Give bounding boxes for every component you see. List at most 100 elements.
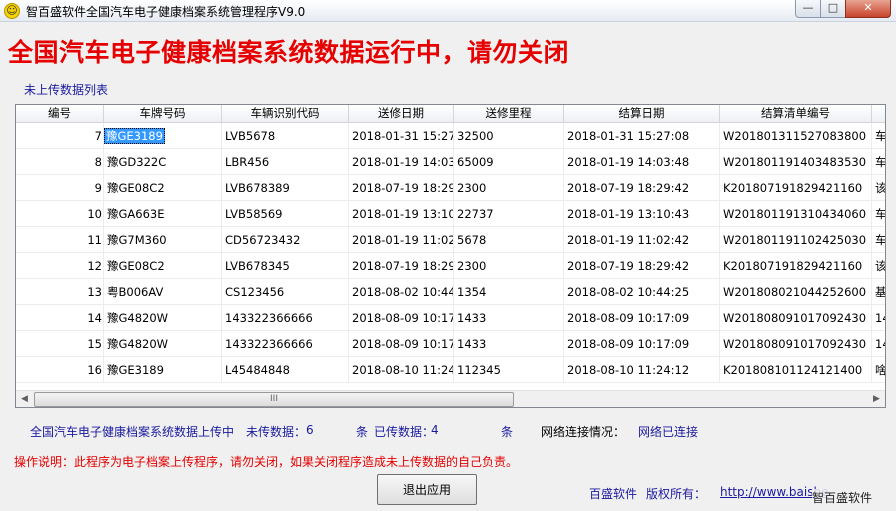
cell-repair-date[interactable]: 2018-07-19 18:29: [349,175,454,201]
cell-settle-date[interactable]: 2018-01-19 11:02:42 [564,227,720,253]
cell-plate[interactable]: 豫G4820W [104,305,222,331]
cell-mileage[interactable]: 22737 [454,201,564,227]
cell-settle-date[interactable]: 2018-07-19 18:29:42 [564,175,720,201]
header-bill-no[interactable]: 结算清单编号 [720,105,872,123]
selected-cell-text[interactable]: 豫GE3189 [104,128,165,144]
cell-settle-date[interactable]: 2018-08-09 10:17:09 [564,331,720,357]
table-row[interactable]: 12 豫GE08C2 LVB678345 2018-07-19 18:29: 2300 2… [16,253,885,279]
table-row[interactable]: 14 豫G4820W 143322366666 2018-08-09 10:17: 14… [16,305,885,331]
cell-bill-no[interactable]: K201808101124121400 [720,357,872,383]
cell-settle-date[interactable]: 2018-01-19 14:03:48 [564,149,720,175]
cell-bill-no[interactable]: W201808091017092430 [720,331,872,357]
header-vin[interactable]: 车辆识别代码 [222,105,349,123]
cell-extra[interactable]: 该 [872,253,885,279]
cell-mileage[interactable]: 2300 [454,175,564,201]
table-row[interactable]: 15 豫G4820W 143322366666 2018-08-09 10:17: 14… [16,331,885,357]
cell-bill-no[interactable]: W201801191403483530 [720,149,872,175]
cell-id[interactable]: 10 [16,201,104,227]
minimize-button[interactable]: — [795,0,821,18]
header-extra[interactable] [872,105,885,123]
header-settle-date[interactable]: 结算日期 [564,105,720,123]
cell-repair-date[interactable]: 2018-01-19 14:03: [349,149,454,175]
cell-mileage[interactable]: 65009 [454,149,564,175]
horizontal-scrollbar[interactable]: ◀ III ▶ [16,390,885,407]
cell-plate[interactable]: 豫GE08C2 [104,175,222,201]
cell-vin[interactable]: LVB678345 [222,253,349,279]
cell-plate[interactable]: 豫GD322C [104,149,222,175]
cell-settle-date[interactable]: 2018-08-10 11:24:12 [564,357,720,383]
scroll-thumb[interactable]: III [34,392,514,407]
cell-extra[interactable]: 车 [872,227,885,253]
maximize-button[interactable]: □ [820,0,846,18]
pending-data-grid[interactable]: 编号 车牌号码 车辆识别代码 送修日期 送修里程 结算日期 结算清单编号 7 豫GE3189 L… [15,104,886,408]
cell-bill-no[interactable]: W201808021044252600 [720,279,872,305]
cell-plate[interactable]: 豫GE3189 [104,357,222,383]
cell-repair-date[interactable]: 2018-07-19 18:29: [349,253,454,279]
cell-id[interactable]: 12 [16,253,104,279]
cell-bill-no[interactable]: W201801311527083800 [720,123,872,149]
cell-vin[interactable]: CD56723432 [222,227,349,253]
header-mileage[interactable]: 送修里程 [454,105,564,123]
exit-button[interactable]: 退出应用 [377,474,477,505]
cell-bill-no[interactable]: K201807191829421160 [720,175,872,201]
cell-vin[interactable]: 143322366666 [222,305,349,331]
cell-mileage[interactable]: 5678 [454,227,564,253]
cell-bill-no[interactable]: W201801191102425030 [720,227,872,253]
cell-id[interactable]: 9 [16,175,104,201]
cell-id[interactable]: 8 [16,149,104,175]
cell-repair-date[interactable]: 2018-08-10 11:24: [349,357,454,383]
cell-extra[interactable]: 车 [872,149,885,175]
cell-vin[interactable]: 143322366666 [222,331,349,357]
cell-vin[interactable]: LVB58569 [222,201,349,227]
scroll-right-icon[interactable]: ▶ [868,391,885,407]
table-row[interactable]: 11 豫G7M360 CD56723432 2018-01-19 11:02: 5678… [16,227,885,253]
cell-bill-no[interactable]: W201808091017092430 [720,305,872,331]
table-row[interactable]: 16 豫GE3189 L45484848 2018-08-10 11:24: 11234… [16,357,885,383]
cell-extra[interactable]: 14 [872,305,885,331]
cell-mileage[interactable]: 2300 [454,253,564,279]
table-row[interactable]: 9 豫GE08C2 LVB678389 2018-07-19 18:29: 2300 20… [16,175,885,201]
cell-settle-date[interactable]: 2018-07-19 18:29:42 [564,253,720,279]
cell-extra[interactable]: 车 [872,123,885,149]
cell-vin[interactable]: LVB5678 [222,123,349,149]
cell-plate[interactable]: 粤B006AV [104,279,222,305]
cell-repair-date[interactable]: 2018-01-19 13:10: [349,201,454,227]
cell-mileage[interactable]: 1433 [454,331,564,357]
header-repair-date[interactable]: 送修日期 [349,105,454,123]
close-button[interactable]: ✕ [845,0,891,18]
cell-vin[interactable]: LVB678389 [222,175,349,201]
cell-mileage[interactable]: 112345 [454,357,564,383]
cell-id[interactable]: 16 [16,357,104,383]
cell-mileage[interactable]: 1354 [454,279,564,305]
cell-repair-date[interactable]: 2018-08-02 10:44: [349,279,454,305]
cell-plate[interactable]: 豫GE08C2 [104,253,222,279]
cell-bill-no[interactable]: K201807191829421160 [720,253,872,279]
header-plate[interactable]: 车牌号码 [104,105,222,123]
cell-plate[interactable]: 豫GA663E [104,201,222,227]
cell-repair-date[interactable]: 2018-01-19 11:02: [349,227,454,253]
cell-id[interactable]: 13 [16,279,104,305]
cell-plate[interactable]: 豫G4820W [104,331,222,357]
cell-mileage[interactable]: 1433 [454,305,564,331]
table-row[interactable]: 7 豫GE3189 LVB5678 2018-01-31 15:27: 32500 201… [16,123,885,149]
cell-extra[interactable]: 14 [872,331,885,357]
cell-repair-date[interactable]: 2018-08-09 10:17: [349,305,454,331]
cell-extra[interactable]: 该 [872,175,885,201]
cell-extra[interactable]: 基 [872,279,885,305]
cell-vin[interactable]: CS123456 [222,279,349,305]
cell-id[interactable]: 14 [16,305,104,331]
cell-vin[interactable]: L45484848 [222,357,349,383]
cell-settle-date[interactable]: 2018-08-02 10:44:25 [564,279,720,305]
header-id[interactable]: 编号 [16,105,104,123]
cell-id[interactable]: 11 [16,227,104,253]
cell-plate[interactable]: 豫GE3189 [104,123,222,149]
cell-settle-date[interactable]: 2018-08-09 10:17:09 [564,305,720,331]
cell-extra[interactable]: 啥 [872,357,885,383]
cell-settle-date[interactable]: 2018-01-31 15:27:08 [564,123,720,149]
cell-plate[interactable]: 豫G7M360 [104,227,222,253]
cell-settle-date[interactable]: 2018-01-19 13:10:43 [564,201,720,227]
cell-vin[interactable]: LBR456 [222,149,349,175]
cell-id[interactable]: 15 [16,331,104,357]
cell-bill-no[interactable]: W201801191310434060 [720,201,872,227]
cell-mileage[interactable]: 32500 [454,123,564,149]
